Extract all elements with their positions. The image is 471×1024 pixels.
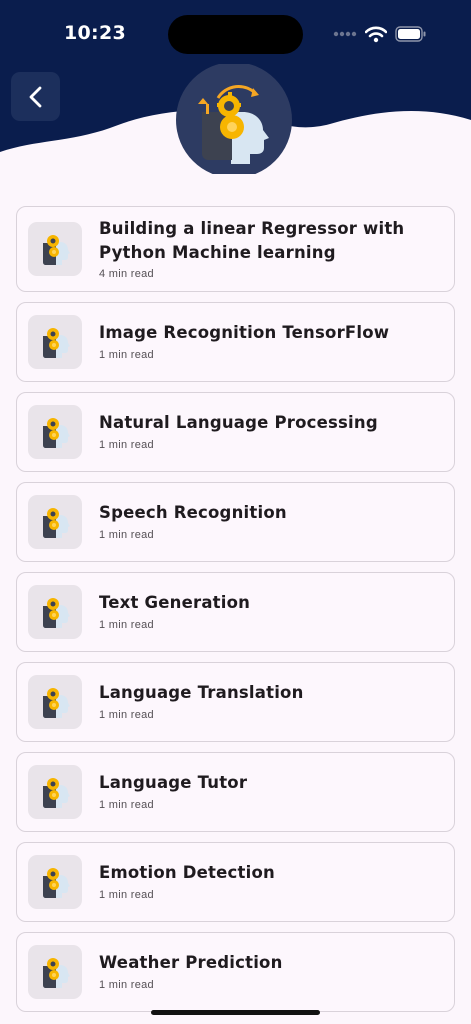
article-thumbnail — [28, 855, 82, 909]
article-card[interactable]: Weather Prediction 1 min read — [16, 932, 455, 1012]
article-card[interactable]: Language Tutor 1 min read — [16, 752, 455, 832]
header: 10:23 — [0, 0, 471, 190]
article-title: Language Tutor — [99, 773, 248, 792]
article-read-time: 1 min read — [99, 799, 154, 811]
article-card[interactable]: Language Translation 1 min read — [16, 662, 455, 742]
article-read-time: 1 min read — [99, 349, 154, 361]
article-title: Natural Language Processing — [99, 413, 378, 432]
article-thumbnail — [28, 222, 82, 276]
article-title: Language Translation — [99, 683, 304, 702]
ai-head-icon — [43, 958, 70, 988]
signal-dots-icon — [333, 31, 357, 37]
article-thumbnail — [28, 495, 82, 549]
article-thumbnail — [28, 315, 82, 369]
article-card[interactable]: Speech Recognition 1 min read — [16, 482, 455, 562]
ai-head-icon — [43, 328, 70, 358]
article-list: Building a linear Regressor with Python … — [16, 206, 455, 1022]
article-card[interactable]: Natural Language Processing 1 min read — [16, 392, 455, 472]
article-title: Text Generation — [99, 593, 251, 612]
article-title: Emotion Detection — [99, 863, 275, 882]
article-read-time: 1 min read — [99, 889, 154, 901]
article-thumbnail — [28, 405, 82, 459]
article-title: Building a linear Regressor with Python … — [99, 219, 405, 262]
ai-head-icon — [43, 508, 70, 538]
article-thumbnail — [28, 675, 82, 729]
wifi-icon — [365, 26, 387, 42]
status-icons — [333, 24, 427, 44]
article-read-time: 1 min read — [99, 439, 154, 451]
ai-head-gear-icon — [176, 64, 292, 174]
dynamic-island — [168, 15, 303, 54]
article-read-time: 1 min read — [99, 619, 154, 631]
back-button[interactable] — [11, 72, 60, 121]
article-card[interactable]: Image Recognition TensorFlow 1 min read — [16, 302, 455, 382]
battery-icon — [395, 26, 426, 42]
article-read-time: 1 min read — [99, 979, 154, 991]
ai-head-icon — [43, 778, 70, 808]
ai-head-icon — [43, 235, 70, 265]
article-read-time: 1 min read — [99, 709, 154, 721]
article-read-time: 4 min read — [99, 268, 154, 280]
article-read-time: 1 min read — [99, 529, 154, 541]
ai-head-icon — [43, 418, 70, 448]
article-thumbnail — [28, 945, 82, 999]
article-thumbnail — [28, 765, 82, 819]
article-title: Weather Prediction — [99, 953, 283, 972]
article-card[interactable]: Text Generation 1 min read — [16, 572, 455, 652]
home-indicator[interactable] — [151, 1010, 320, 1015]
ai-head-icon — [43, 868, 70, 898]
article-card[interactable]: Emotion Detection 1 min read — [16, 842, 455, 922]
status-time: 10:23 — [64, 22, 126, 44]
article-card[interactable]: Building a linear Regressor with Python … — [16, 206, 455, 292]
article-title: Image Recognition TensorFlow — [99, 323, 390, 342]
ai-head-icon — [43, 598, 70, 628]
chevron-left-icon — [29, 86, 41, 107]
ai-head-icon — [43, 688, 70, 718]
article-title: Speech Recognition — [99, 503, 287, 522]
article-thumbnail — [28, 585, 82, 639]
